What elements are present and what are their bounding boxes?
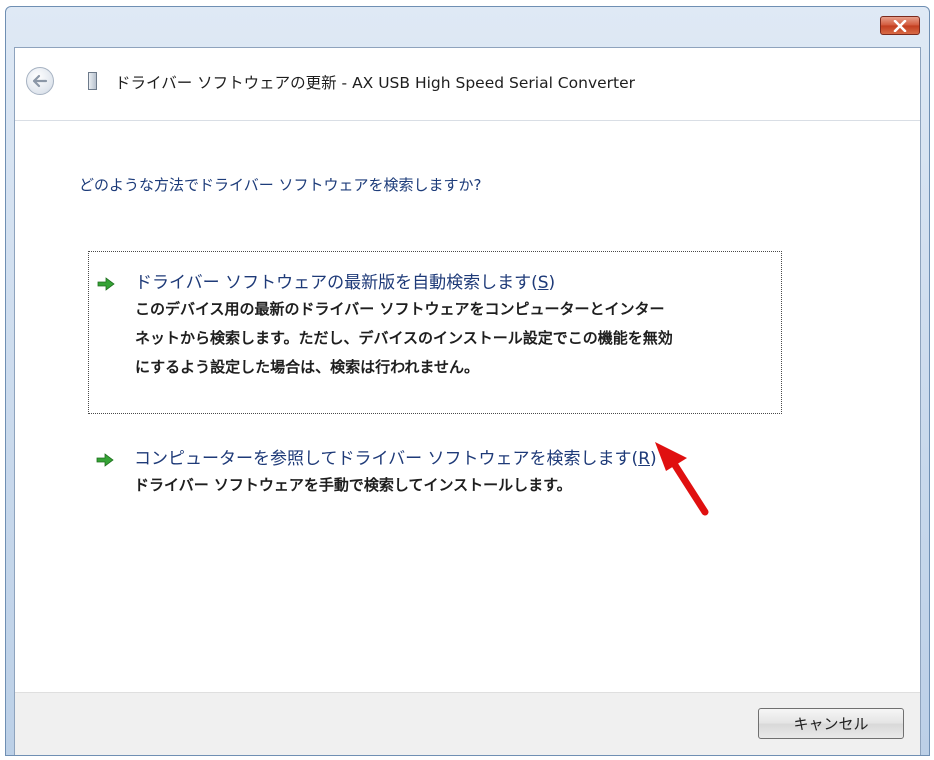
window-title: ドライバー ソフトウェアの更新 - AX USB High Speed Seri… <box>115 74 636 92</box>
option-auto-title-end: ) <box>548 273 556 293</box>
option-auto-title: ドライバー ソフトウェアの最新版を自動検索します(S) <box>135 268 555 293</box>
device-icon <box>88 72 97 90</box>
dialog-footer: キャンセル <box>15 692 920 755</box>
option-auto-accel: S <box>537 273 549 293</box>
green-arrow-icon <box>97 277 115 291</box>
option-auto-desc-line: ネットから検索します。ただし、デバイスのインストール設定でこの機能を無効 <box>135 329 673 347</box>
back-arrow-icon <box>32 74 48 88</box>
cancel-button[interactable]: キャンセル <box>758 708 904 739</box>
back-button[interactable] <box>26 67 54 95</box>
annotation-arrow-icon <box>655 442 709 516</box>
option-auto-search[interactable]: ドライバー ソフトウェアの最新版を自動検索します(S) このデバイス用の最新のド… <box>88 251 782 414</box>
page-heading: どのような方法でドライバー ソフトウェアを検索しますか? <box>79 176 482 194</box>
option-browse-title: コンピューターを参照してドライバー ソフトウェアを検索します(R) <box>134 444 657 469</box>
close-icon <box>893 19 907 32</box>
green-arrow-icon <box>96 453 114 467</box>
option-auto-desc-line: にするよう設定した場合は、検索は行われません。 <box>135 358 479 376</box>
option-browse-title-text: コンピューターを参照してドライバー ソフトウェアを検索します( <box>134 449 639 469</box>
option-auto-desc-line: このデバイス用の最新のドライバー ソフトウェアをコンピューターとインター <box>135 300 665 318</box>
option-auto-title-text: ドライバー ソフトウェアの最新版を自動検索します( <box>135 273 538 293</box>
close-button[interactable] <box>880 16 920 35</box>
wizard-header: ドライバー ソフトウェアの更新 - AX USB High Speed Seri… <box>15 48 920 121</box>
dialog-window: ドライバー ソフトウェアの更新 - AX USB High Speed Seri… <box>5 6 930 756</box>
option-auto-description: このデバイス用の最新のドライバー ソフトウェアをコンピューターとインター ネット… <box>135 295 775 382</box>
dialog-client-area: ドライバー ソフトウェアの更新 - AX USB High Speed Seri… <box>14 47 921 755</box>
